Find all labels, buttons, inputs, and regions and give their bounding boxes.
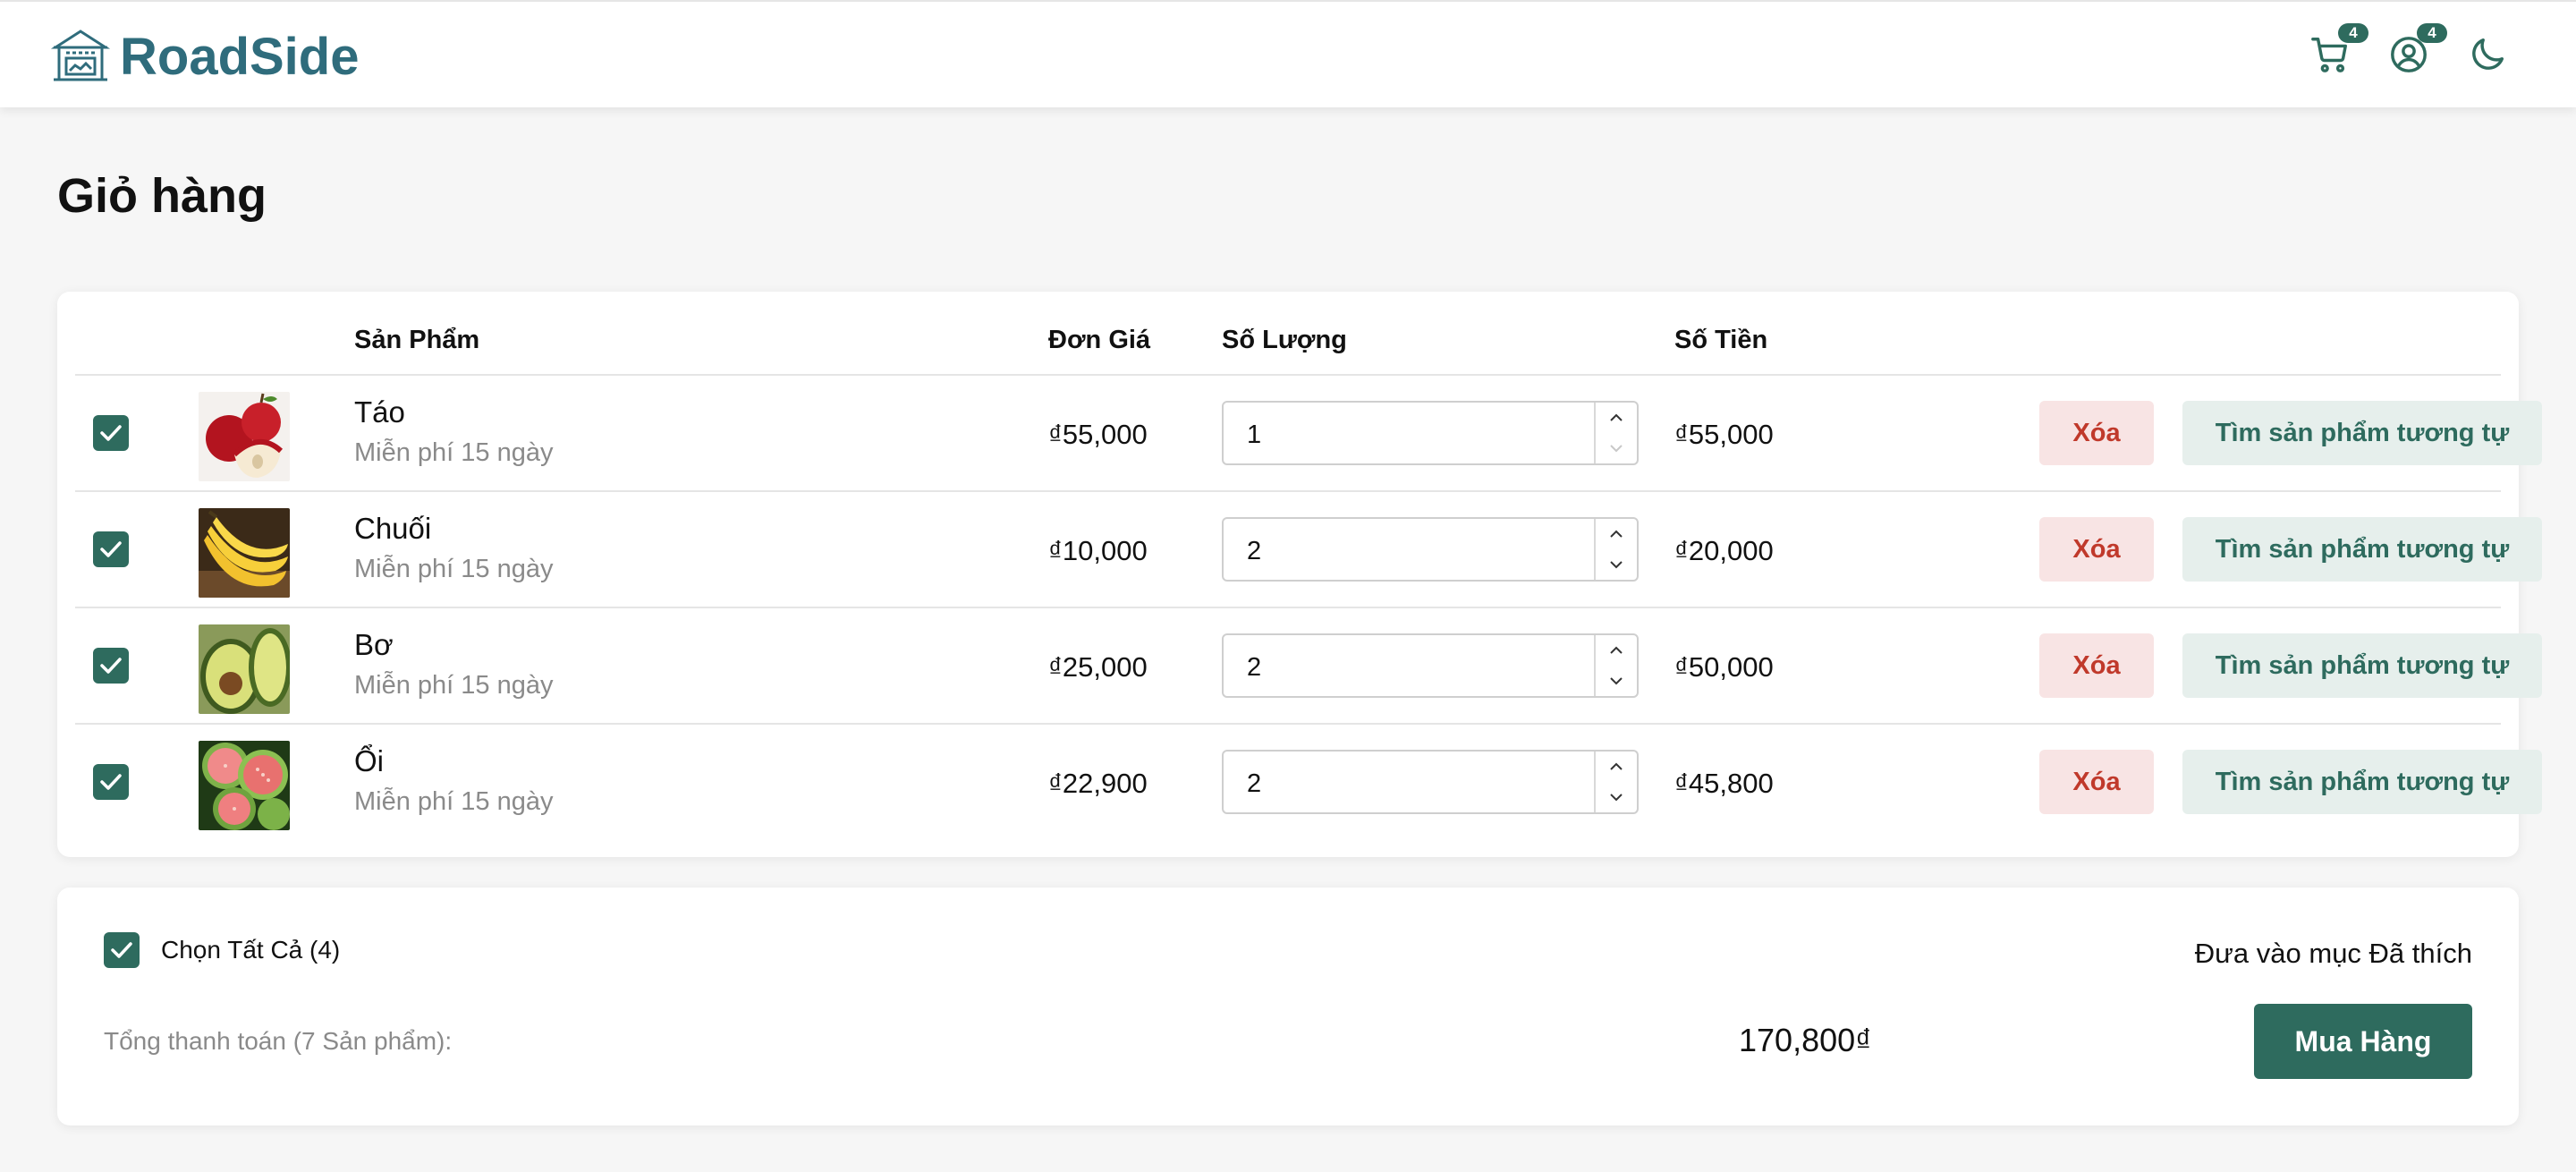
decrease-quantity-button[interactable]	[1596, 782, 1637, 812]
product-image	[199, 741, 290, 830]
find-similar-button[interactable]: Tìm sản phẩm tương tự	[2182, 633, 2542, 698]
delete-button[interactable]: Xóa	[2039, 401, 2154, 465]
chevron-down-icon	[1610, 445, 1623, 453]
check-icon	[100, 425, 122, 441]
quantity-stepper[interactable]: 1	[1222, 401, 1639, 465]
checkout-button[interactable]: Mua Hàng	[2254, 1004, 2472, 1079]
line-amount: ₫55,000	[1674, 419, 1774, 450]
quantity-value: 2	[1247, 537, 1262, 565]
column-header-quantity: Số Lượng	[1222, 326, 1347, 354]
cart-count-badge: 4	[2338, 23, 2368, 43]
quantity-stepper[interactable]: 2	[1222, 517, 1639, 582]
product-note: Miễn phí 15 ngày	[354, 438, 554, 467]
increase-quantity-button[interactable]	[1596, 403, 1637, 433]
item-checkbox[interactable]	[93, 531, 129, 567]
unit-price: ₫55,000	[1048, 419, 1148, 450]
item-checkbox[interactable]	[93, 415, 129, 451]
find-similar-button[interactable]: Tìm sản phẩm tương tự	[2182, 750, 2542, 814]
column-header-product: Sản Phẩm	[354, 326, 480, 354]
account-count-badge: 4	[2417, 23, 2447, 43]
select-all-label[interactable]: Chọn Tất Cả (4)	[161, 936, 340, 964]
chevron-up-icon	[1610, 530, 1623, 538]
page-title: Giỏ hàng	[57, 169, 267, 223]
check-icon	[100, 541, 122, 557]
chevron-up-icon	[1610, 413, 1623, 421]
select-all-checkbox[interactable]	[104, 932, 140, 968]
storefront-icon	[50, 30, 111, 81]
delete-button[interactable]: Xóa	[2039, 517, 2154, 582]
line-amount: ₫20,000	[1674, 535, 1774, 566]
quantity-stepper[interactable]: 2	[1222, 633, 1639, 698]
stepper-controls	[1594, 752, 1637, 812]
column-header-unit-price: Đơn Giá	[1048, 326, 1151, 354]
product-name[interactable]: Chuối	[354, 512, 431, 546]
top-navbar: RoadSide 4 4	[0, 0, 2576, 107]
account-button[interactable]: 4	[2379, 23, 2447, 84]
moon-icon	[2472, 38, 2504, 70]
stepper-controls	[1594, 519, 1637, 580]
quantity-value: 2	[1247, 769, 1262, 798]
chevron-up-icon	[1610, 646, 1623, 654]
product-name[interactable]: Táo	[354, 395, 405, 429]
move-to-favorites-link[interactable]: Đưa vào mục Đã thích	[2195, 938, 2472, 970]
quantity-value: 1	[1247, 420, 1262, 449]
decrease-quantity-button[interactable]	[1596, 433, 1637, 463]
table-row: Chuối Miễn phí 15 ngày ₫10,000 2 ₫20,000…	[75, 492, 2542, 608]
item-checkbox[interactable]	[93, 764, 129, 800]
brand-name: RoadSide	[120, 27, 360, 86]
quantity-stepper[interactable]: 2	[1222, 750, 1639, 814]
product-note: Miễn phí 15 ngày	[354, 555, 554, 583]
check-icon	[111, 942, 132, 958]
chevron-up-icon	[1610, 762, 1623, 770]
checkout-summary: Chọn Tất Cả (4) Đưa vào mục Đã thích Tổn…	[57, 887, 2519, 1125]
line-amount: ₫50,000	[1674, 651, 1774, 683]
stepper-controls	[1594, 635, 1637, 696]
stepper-controls	[1594, 403, 1637, 463]
product-image	[199, 508, 290, 598]
unit-price: ₫22,900	[1048, 768, 1148, 799]
line-amount: ₫45,800	[1674, 768, 1774, 799]
total-label: Tổng thanh toán (7 Sản phẩm):	[104, 1027, 453, 1055]
brand-logo[interactable]: RoadSide	[50, 27, 360, 86]
column-header-amount: Số Tiền	[1674, 326, 1768, 354]
total-value: 170,800₫	[1739, 1022, 1872, 1058]
product-name[interactable]: Bơ	[354, 628, 394, 662]
decrease-quantity-button[interactable]	[1596, 666, 1637, 696]
table-header: Sản Phẩm Đơn Giá Số Lượng Số Tiền	[75, 292, 2501, 376]
find-similar-button[interactable]: Tìm sản phẩm tương tự	[2182, 401, 2542, 465]
quantity-value: 2	[1247, 653, 1262, 682]
theme-toggle-button[interactable]	[2458, 25, 2517, 84]
product-name[interactable]: Ổi	[354, 744, 384, 778]
increase-quantity-button[interactable]	[1596, 635, 1637, 666]
product-image	[199, 624, 290, 714]
chevron-down-icon	[1610, 561, 1623, 569]
decrease-quantity-button[interactable]	[1596, 549, 1637, 580]
unit-price: ₫10,000	[1048, 535, 1148, 566]
item-checkbox[interactable]	[93, 648, 129, 684]
product-note: Miễn phí 15 ngày	[354, 787, 554, 816]
delete-button[interactable]: Xóa	[2039, 633, 2154, 698]
increase-quantity-button[interactable]	[1596, 752, 1637, 782]
check-icon	[100, 658, 122, 674]
check-icon	[100, 774, 122, 790]
increase-quantity-button[interactable]	[1596, 519, 1637, 549]
find-similar-button[interactable]: Tìm sản phẩm tương tự	[2182, 517, 2542, 582]
cart-button[interactable]: 4	[2301, 23, 2368, 84]
product-note: Miễn phí 15 ngày	[354, 671, 554, 700]
table-row: Ổi Miễn phí 15 ngày ₫22,900 2 ₫45,800 Xó…	[75, 725, 2542, 841]
unit-price: ₫25,000	[1048, 651, 1148, 683]
chevron-down-icon	[1610, 677, 1623, 685]
table-row: Táo Miễn phí 15 ngày ₫55,000 1 ₫55,000 X…	[75, 376, 2542, 492]
chevron-down-icon	[1610, 794, 1623, 802]
delete-button[interactable]: Xóa	[2039, 750, 2154, 814]
product-image	[199, 392, 290, 481]
cart-table: Sản Phẩm Đơn Giá Số Lượng Số Tiền Táo Mi…	[57, 292, 2542, 857]
table-row: Bơ Miễn phí 15 ngày ₫25,000 2 ₫50,000 Xó…	[75, 608, 2542, 725]
